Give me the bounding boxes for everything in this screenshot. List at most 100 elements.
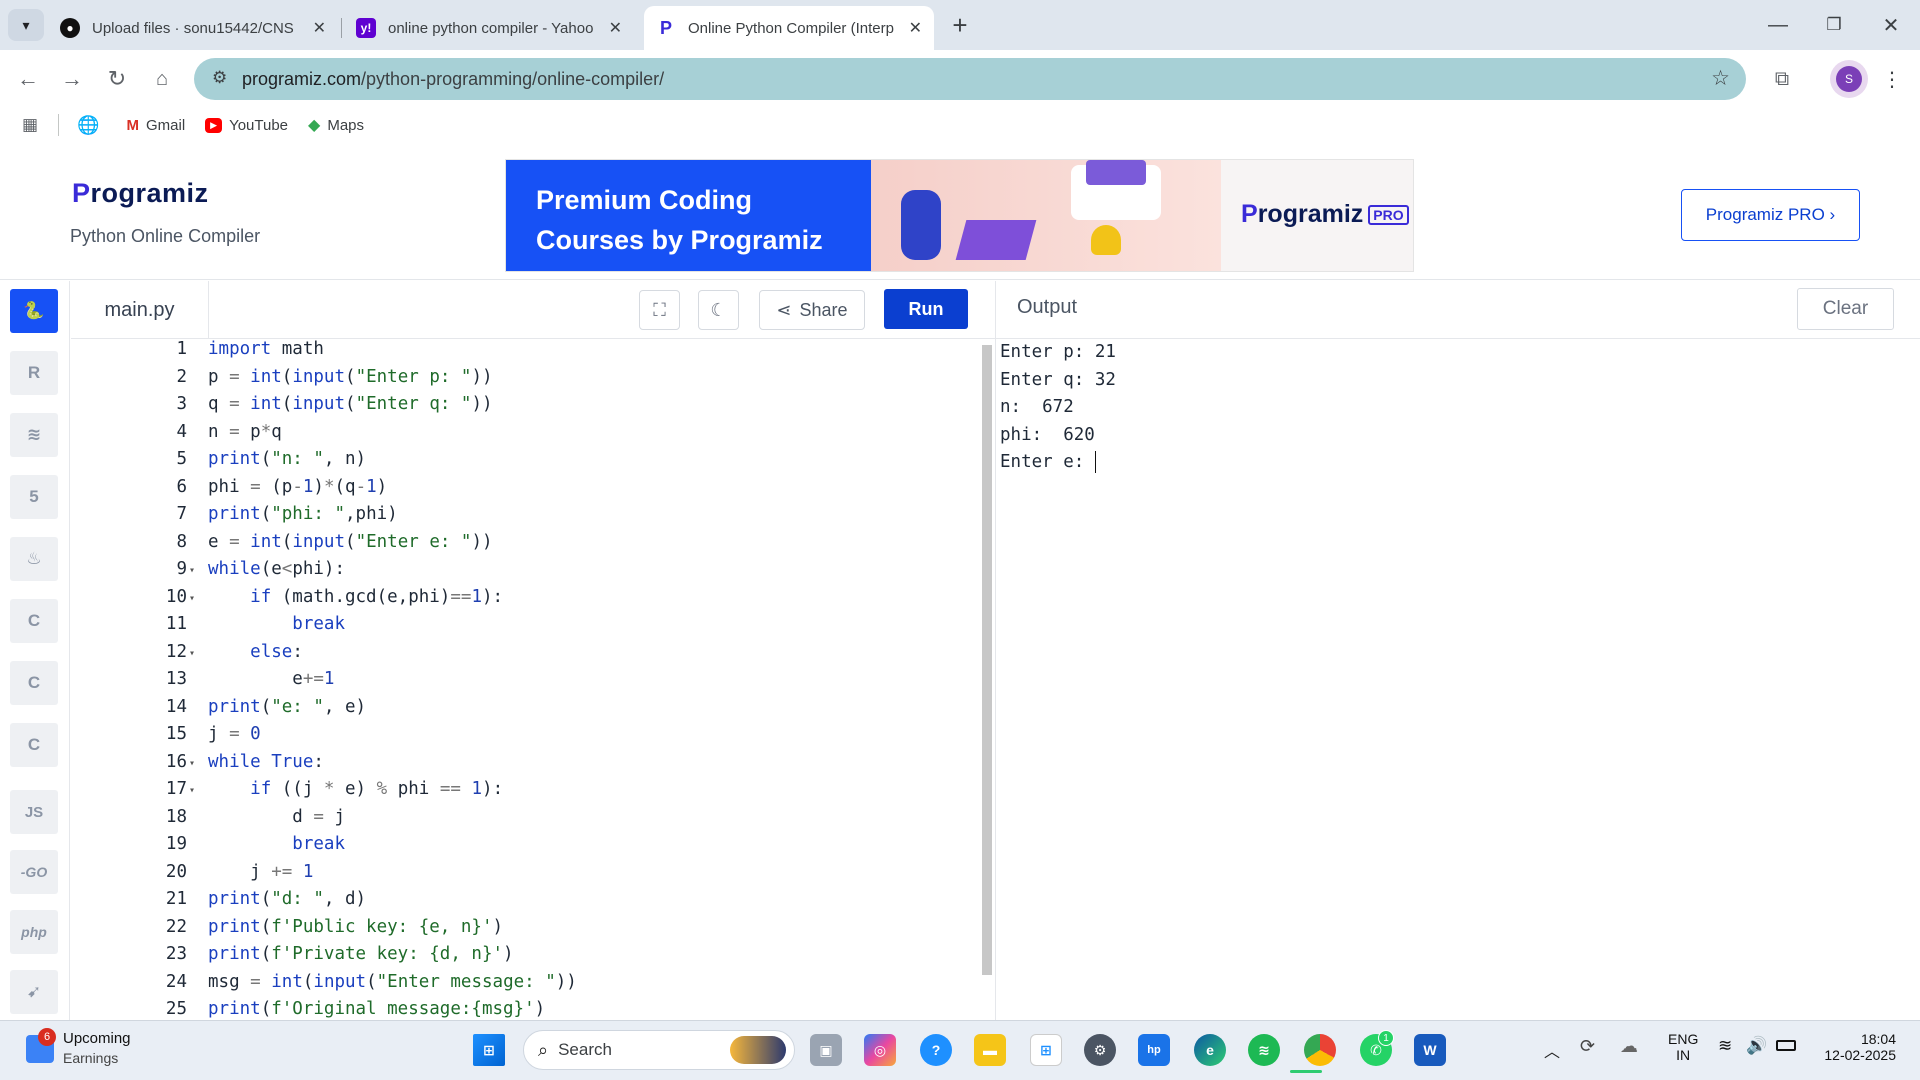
battery-icon[interactable] — [1776, 1040, 1796, 1051]
bookmark-maps[interactable]: ◆ Maps — [308, 115, 364, 135]
myhp-icon[interactable]: hp — [1138, 1034, 1170, 1066]
forward-arrow-icon[interactable]: → — [56, 63, 88, 95]
code-line[interactable]: q = int(input("Enter q: ")) — [208, 394, 493, 414]
chrome-icon[interactable] — [1304, 1034, 1336, 1066]
code-line[interactable]: msg = int(input("Enter message: ")) — [208, 972, 577, 992]
fold-toggle-icon[interactable]: ▾ — [189, 758, 195, 769]
html5-icon[interactable]: 5 — [10, 475, 58, 519]
home-icon[interactable]: ⌂ — [146, 63, 178, 95]
onedrive-cloud-icon[interactable]: ☁ — [1620, 1036, 1638, 1057]
reload-icon[interactable]: ↻ — [101, 63, 133, 95]
windows-start-icon[interactable]: ⊞ — [473, 1034, 505, 1066]
programiz-pro-button[interactable]: Programiz PRO › — [1681, 189, 1860, 241]
taskbar-search-box[interactable]: ⌕ Search — [523, 1030, 795, 1070]
run-button[interactable]: Run — [884, 289, 968, 329]
swift-icon[interactable]: ➹ — [10, 970, 58, 1014]
editor-scrollbar[interactable] — [982, 345, 992, 975]
bookmark-star-icon[interactable]: ☆ — [1711, 66, 1730, 91]
profile-avatar[interactable]: S — [1830, 60, 1868, 98]
language-indicator[interactable]: ENG IN — [1668, 1031, 1698, 1063]
promo-banner[interactable]: Premium Coding Courses by Programiz Progr… — [505, 159, 1414, 272]
fold-toggle-icon[interactable]: ▾ — [189, 565, 195, 576]
bookmark-gmail[interactable]: M Gmail — [126, 117, 185, 134]
chevron-up-icon[interactable]: ︿ — [1544, 1038, 1560, 1062]
wifi-icon[interactable]: ≋ — [1718, 1036, 1732, 1056]
dark-mode-moon-icon[interactable]: ☾ — [698, 290, 739, 330]
copilot-icon[interactable]: ◎ — [864, 1034, 896, 1066]
fold-toggle-icon[interactable]: ▾ — [189, 785, 195, 796]
sql-database-icon[interactable]: ≋ — [10, 413, 58, 457]
tab-github[interactable]: ● Upload files · sonu15442/CNS ✕ — [48, 6, 338, 50]
csharp-language-icon[interactable]: C — [10, 723, 58, 767]
code-line[interactable]: while(e<phi): — [208, 559, 345, 579]
code-line[interactable]: print("phi: ",phi) — [208, 504, 398, 524]
code-line[interactable]: print(f'Public key: {e, n}') — [208, 917, 503, 937]
close-icon[interactable]: ✕ — [909, 18, 922, 38]
share-button[interactable]: ⋖ Share — [759, 290, 865, 330]
microsoft-store-icon[interactable]: ⊞ — [1030, 1034, 1062, 1066]
extensions-icon[interactable]: ⧉ — [1766, 63, 1798, 95]
code-line[interactable]: phi = (p-1)*(q-1) — [208, 477, 387, 497]
tab-search-chevron-icon[interactable]: ▾ — [8, 9, 44, 41]
globe-bookmark[interactable]: 🌐 — [77, 115, 106, 136]
code-line[interactable]: j += 1 — [208, 862, 313, 882]
clear-button[interactable]: Clear — [1797, 288, 1894, 330]
restore-icon[interactable]: ❐ — [1818, 9, 1850, 41]
code-line[interactable]: print(f'Private key: {d, n}') — [208, 944, 514, 964]
edge-icon[interactable]: e — [1194, 1034, 1226, 1066]
code-line[interactable]: if (math.gcd(e,phi)==1): — [208, 587, 503, 607]
fold-toggle-icon[interactable]: ▾ — [189, 593, 195, 604]
tab-programiz[interactable]: P Online Python Compiler (Interp ✕ — [644, 6, 934, 50]
code-line[interactable]: d = j — [208, 807, 345, 827]
code-line[interactable]: while True: — [208, 752, 324, 772]
tab-yahoo[interactable]: y! online python compiler - Yahoo ✕ — [344, 6, 634, 50]
python-language-icon[interactable]: 🐍 — [10, 289, 58, 333]
cpp-language-icon[interactable]: C — [10, 661, 58, 705]
php-icon[interactable]: php — [10, 910, 58, 954]
widget-title[interactable]: Upcoming — [63, 1030, 131, 1047]
code-line[interactable]: else: — [208, 642, 303, 662]
code-line[interactable]: n = p*q — [208, 422, 282, 442]
r-language-icon[interactable]: R — [10, 351, 58, 395]
bookmark-youtube[interactable]: ▶ YouTube — [205, 117, 288, 134]
spotify-icon[interactable]: ≋ — [1248, 1034, 1280, 1066]
c-language-icon[interactable]: C — [10, 599, 58, 643]
code-line[interactable]: import math — [208, 339, 324, 359]
address-bar[interactable]: ⚙ programiz.com/python-programming/onlin… — [194, 58, 1746, 100]
javascript-icon[interactable]: JS — [10, 790, 58, 834]
settings-gear-icon[interactable]: ⚙ — [1084, 1034, 1116, 1066]
minimize-icon[interactable]: — — [1762, 9, 1794, 41]
fold-toggle-icon[interactable]: ▾ — [189, 648, 195, 659]
code-line[interactable]: e = int(input("Enter e: ")) — [208, 532, 493, 552]
help-icon[interactable]: ? — [920, 1034, 952, 1066]
fullscreen-icon[interactable]: ⛶ — [639, 290, 680, 330]
code-line[interactable]: print("d: ", d) — [208, 889, 366, 909]
code-line[interactable]: break — [208, 614, 345, 634]
file-explorer-icon[interactable]: ▬ — [974, 1034, 1006, 1066]
volume-icon[interactable]: 🔊 — [1746, 1036, 1767, 1056]
code-line[interactable]: print("n: ", n) — [208, 449, 366, 469]
close-icon[interactable]: ✕ — [313, 18, 326, 38]
site-info-icon[interactable]: ⚙ — [212, 68, 227, 88]
code-line[interactable]: break — [208, 834, 345, 854]
pane-divider[interactable] — [995, 281, 996, 1021]
code-line[interactable]: if ((j * e) % phi == 1): — [208, 779, 503, 799]
code-line[interactable]: j = 0 — [208, 724, 261, 744]
code-line[interactable]: e+=1 — [208, 669, 334, 689]
java-icon[interactable]: ♨ — [10, 537, 58, 581]
apps-grid-icon[interactable]: ▦ — [22, 115, 38, 135]
kebab-menu-icon[interactable]: ⋮ — [1876, 63, 1908, 95]
code-line[interactable]: print(f'Original message:{msg}') — [208, 999, 545, 1019]
code-line[interactable]: p = int(input("Enter p: ")) — [208, 367, 493, 387]
programiz-logo[interactable]: Programiz — [72, 178, 209, 209]
file-tab-main-py[interactable]: main.py — [71, 281, 209, 339]
code-line[interactable]: print("e: ", e) — [208, 697, 366, 717]
window-close-icon[interactable]: ✕ — [1875, 9, 1907, 41]
output-console[interactable]: Enter p: 21 Enter q: 32 n: 672 phi: 620 Ente… — [1000, 339, 1116, 477]
sync-icon[interactable]: ⟳ — [1580, 1036, 1595, 1057]
back-arrow-icon[interactable]: ← — [12, 63, 44, 95]
close-icon[interactable]: ✕ — [609, 18, 622, 38]
task-view-icon[interactable]: ▣ — [810, 1034, 842, 1066]
code-editor[interactable]: 1 import math 2 p = int(input("Enter p: "))… — [71, 339, 981, 1021]
go-language-icon[interactable]: -GO — [10, 850, 58, 894]
